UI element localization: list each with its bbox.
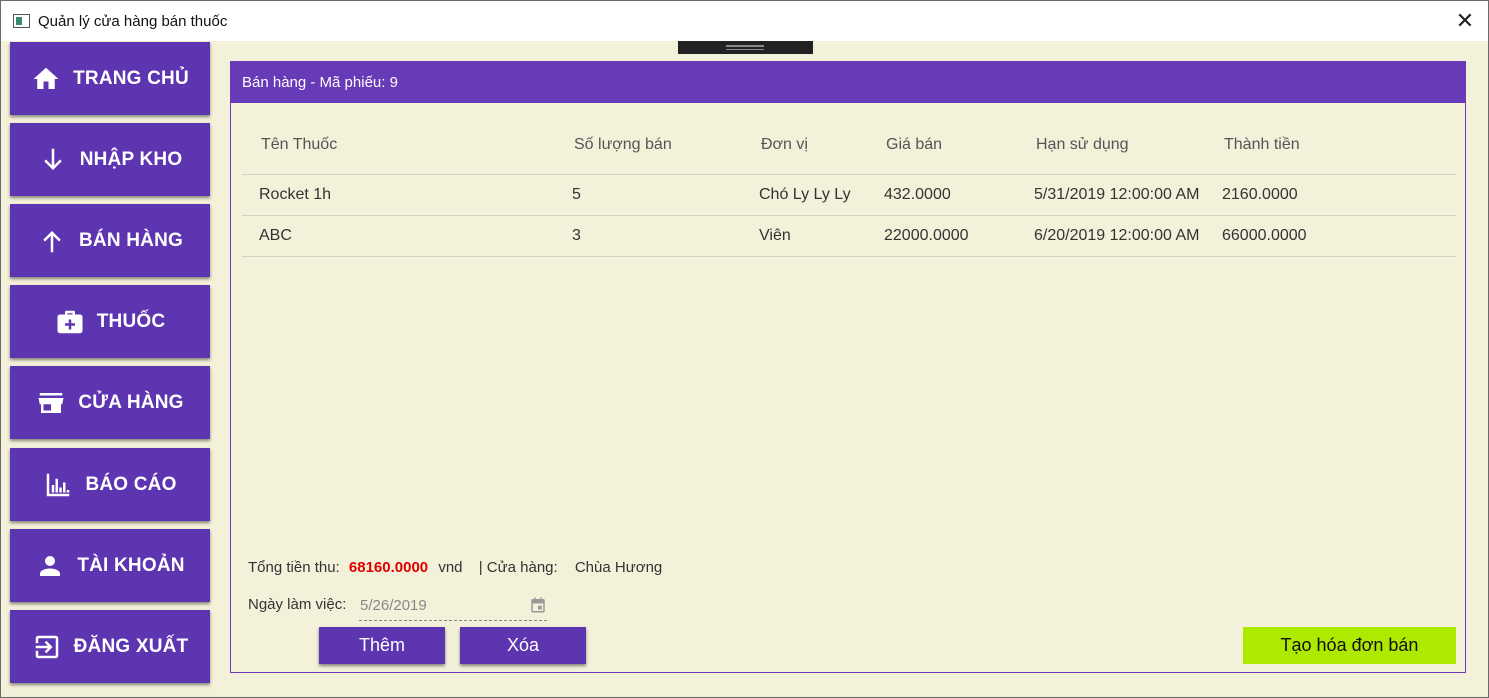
- store-value: Chùa Hương: [574, 559, 663, 576]
- column-header[interactable]: Hạn sử dụng: [1036, 136, 1129, 154]
- arrow-down-icon: [43, 148, 62, 170]
- nav-label: CỬA HÀNG: [78, 391, 184, 413]
- workday-date-picker[interactable]: 5/26/2019: [359, 595, 547, 621]
- table-cell: Viên: [759, 227, 791, 244]
- nav-ban-hang[interactable]: BÁN HÀNG: [10, 204, 210, 277]
- table-cell: 3: [572, 227, 581, 244]
- table-cell: Rocket 1h: [259, 186, 332, 203]
- arrow-up-icon: [43, 230, 61, 252]
- title-bar: Quản lý cửa hàng bán thuốc ✕: [1, 1, 1488, 41]
- create-invoice-button[interactable]: Tạo hóa đơn bán: [1243, 627, 1456, 664]
- panel-header: Bán hàng - Mã phiếu: 9: [231, 62, 1465, 103]
- chart-icon: [47, 473, 70, 496]
- delete-button[interactable]: Xóa: [460, 627, 586, 664]
- table-cell: 22000.0000: [884, 227, 969, 244]
- store-icon: [38, 392, 64, 413]
- nav-label: ĐĂNG XUẤT: [73, 635, 189, 657]
- table-cell: Chó Ly Ly Ly: [759, 186, 851, 203]
- column-header[interactable]: Thành tiền: [1224, 136, 1300, 154]
- window-title: Quản lý cửa hàng bán thuốc: [38, 13, 228, 30]
- table-row[interactable]: ABC 3 Viên 22000.0000 6/20/2019 12:00:00…: [242, 216, 1456, 257]
- add-button[interactable]: Thêm: [319, 627, 445, 664]
- column-header[interactable]: Đơn vị: [761, 136, 808, 154]
- currency-label: vnd: [438, 559, 463, 576]
- nav-tai-khoan[interactable]: TÀI KHOẢN: [10, 529, 210, 602]
- medical-bag-icon: [57, 310, 83, 333]
- column-header[interactable]: Số lượng bán: [574, 136, 672, 154]
- store-label: | Cửa hàng:: [478, 559, 558, 576]
- total-summary: Tổng tiền thu: 68160.0000 vnd | Cửa hàng…: [248, 559, 662, 576]
- nav-trang-chu[interactable]: TRANG CHỦ: [10, 42, 210, 115]
- nav-label: BÁO CÁO: [85, 473, 177, 495]
- table-cell: 5: [572, 186, 581, 203]
- column-header[interactable]: Tên Thuốc: [261, 136, 337, 154]
- drag-handle[interactable]: [678, 41, 813, 54]
- nav-thuoc[interactable]: THUỐC: [10, 285, 210, 358]
- table-cell: 6/20/2019 12:00:00 AM: [1034, 227, 1200, 244]
- home-icon: [33, 67, 59, 89]
- table-cell: 5/31/2019 12:00:00 AM: [1034, 186, 1200, 203]
- close-button[interactable]: ✕: [1442, 1, 1488, 41]
- nav-label: TÀI KHOẢN: [77, 554, 185, 576]
- user-icon: [40, 555, 61, 576]
- table-cell: 432.0000: [884, 186, 951, 203]
- app-icon: [13, 14, 30, 28]
- nav-nhap-kho[interactable]: NHẬP KHO: [10, 123, 210, 196]
- nav-label: THUỐC: [96, 310, 166, 332]
- table-cell: 66000.0000: [1222, 227, 1307, 244]
- table-cell: 2160.0000: [1222, 186, 1298, 203]
- nav-bao-cao[interactable]: BÁO CÁO: [10, 448, 210, 521]
- logout-icon: [35, 635, 58, 658]
- nav-cua-hang[interactable]: CỬA HÀNG: [10, 366, 210, 439]
- nav-label: BÁN HÀNG: [79, 229, 183, 251]
- table-cell: ABC: [259, 227, 292, 244]
- sales-panel: Bán hàng - Mã phiếu: 9 Tên Thuốc Số lượn…: [230, 61, 1466, 673]
- nav-label: NHẬP KHO: [79, 148, 183, 170]
- nav-label: TRANG CHỦ: [73, 67, 189, 89]
- app-window: Quản lý cửa hàng bán thuốc ✕ TRANG CHỦ N…: [0, 0, 1489, 698]
- nav-dang-xuat[interactable]: ĐĂNG XUẤT: [10, 610, 210, 683]
- workday-label: Ngày làm việc:: [248, 596, 347, 613]
- table-header: Tên Thuốc Số lượng bán Đơn vị Giá bán Hạ…: [242, 114, 1456, 175]
- calendar-icon[interactable]: [529, 596, 547, 614]
- total-label: Tổng tiền thu:: [248, 559, 340, 576]
- total-value: 68160.0000: [348, 559, 429, 576]
- table-row[interactable]: Rocket 1h 5 Chó Ly Ly Ly 432.0000 5/31/2…: [242, 175, 1456, 216]
- sales-table: Tên Thuốc Số lượng bán Đơn vị Giá bán Hạ…: [242, 114, 1456, 257]
- column-header[interactable]: Giá bán: [886, 136, 942, 154]
- workday-date-value: 5/26/2019: [360, 597, 427, 614]
